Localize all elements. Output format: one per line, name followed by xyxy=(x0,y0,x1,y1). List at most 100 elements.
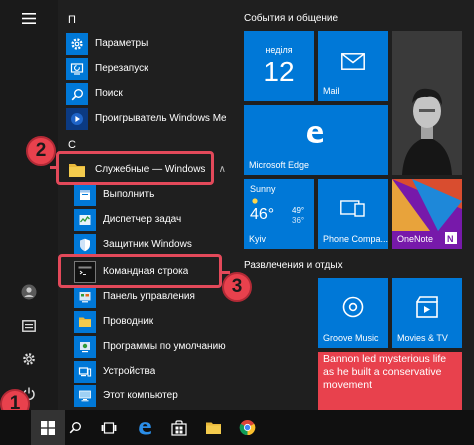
edge-icon xyxy=(139,421,151,435)
app-run[interactable]: Выполнить xyxy=(74,183,234,207)
taskbar-edge-button[interactable] xyxy=(128,410,162,445)
edge-tile[interactable]: Microsoft Edge xyxy=(244,105,388,175)
app-label: Устройства xyxy=(103,366,156,377)
step-marker-2: 2 xyxy=(26,136,56,166)
app-windows-media-player[interactable]: Проигрыватель Windows Media xyxy=(66,107,226,131)
onenote-icon: N xyxy=(445,232,457,244)
phone-icon xyxy=(340,200,365,217)
edge-icon xyxy=(307,126,323,143)
app-label: Этот компьютер xyxy=(103,390,178,401)
photo-tile[interactable] xyxy=(392,31,462,175)
tiles-area: События и общение неділя 12 Mail Microso… xyxy=(234,0,474,410)
weather-temp: 46° xyxy=(250,206,275,223)
film-icon xyxy=(416,296,438,318)
default-programs-icon xyxy=(74,336,96,358)
onenote-art xyxy=(392,179,462,231)
task-manager-icon xyxy=(74,209,96,231)
app-settings[interactable]: Параметры xyxy=(66,32,226,56)
tile-label: Phone Compa... xyxy=(323,234,388,244)
computer-icon xyxy=(74,385,96,407)
section-letter-s[interactable]: С xyxy=(68,138,76,152)
step-marker-3: 3 xyxy=(222,272,252,302)
tile-group-title[interactable]: Развлечения и отдых xyxy=(244,260,343,272)
highlight-accessories-folder xyxy=(56,151,214,185)
store-icon xyxy=(171,419,187,436)
app-label: Выполнить xyxy=(103,189,155,200)
start-menu: П Параметры Перезапуск Поиск Проигрывате… xyxy=(0,0,474,410)
app-task-manager[interactable]: Диспетчер задач xyxy=(74,208,234,232)
app-label: Диспетчер задач xyxy=(103,214,182,225)
news-tile[interactable]: Bannon led mysterious life as he built a… xyxy=(318,352,462,410)
search-icon xyxy=(69,422,81,434)
taskbar-chrome-button[interactable] xyxy=(230,410,264,445)
shield-icon xyxy=(74,234,96,256)
app-label: Проигрыватель Windows Media xyxy=(95,113,226,124)
music-disc-icon xyxy=(342,296,364,318)
folder-icon xyxy=(205,422,221,434)
chevron-up-icon[interactable]: ∧ xyxy=(219,164,226,175)
app-label: Панель управления xyxy=(103,291,195,302)
onenote-tile[interactable]: N OneNote xyxy=(392,179,462,249)
app-default-programs[interactable]: Программы по умолчанию xyxy=(74,335,234,359)
app-label: Защитник Windows xyxy=(103,239,192,250)
settings-button[interactable] xyxy=(0,344,58,374)
app-file-explorer[interactable]: Проводник xyxy=(74,310,234,334)
task-view-button[interactable] xyxy=(92,410,126,445)
sun-icon xyxy=(252,198,258,204)
gear-icon xyxy=(66,33,88,55)
control-panel-icon xyxy=(74,286,96,308)
windows-logo-icon xyxy=(41,420,55,435)
tile-label: OneNote xyxy=(397,234,434,244)
mail-tile[interactable]: Mail xyxy=(318,31,388,101)
media-player-icon xyxy=(66,108,88,130)
folder-icon xyxy=(74,311,96,333)
restart-icon xyxy=(66,58,88,80)
devices-icon xyxy=(74,361,96,383)
app-this-pc[interactable]: Этот компьютер xyxy=(74,384,234,408)
weather-condition: Sunny xyxy=(250,184,276,194)
app-control-panel[interactable]: Панель управления xyxy=(74,285,234,309)
weather-city: Kyiv xyxy=(249,234,267,244)
app-devices[interactable]: Устройства xyxy=(74,360,234,384)
app-restart[interactable]: Перезапуск xyxy=(66,57,226,81)
app-label: Проводник xyxy=(103,316,154,327)
tile-label: Microsoft Edge xyxy=(249,160,310,170)
taskbar-store-button[interactable] xyxy=(162,410,196,445)
marker-connector xyxy=(50,166,58,169)
chrome-icon xyxy=(239,419,255,436)
app-label: Перезапуск xyxy=(95,63,149,74)
run-icon xyxy=(74,184,96,206)
weather-low: 36° xyxy=(292,216,305,225)
app-search[interactable]: Поиск xyxy=(66,82,226,106)
tile-label: Groove Music xyxy=(323,333,379,343)
phone-companion-tile[interactable]: Phone Compa... xyxy=(318,179,388,249)
app-label: Параметры xyxy=(95,38,149,49)
search-button[interactable] xyxy=(58,410,92,445)
documents-icon xyxy=(22,320,36,332)
svg-text:N: N xyxy=(447,234,454,244)
news-headline: Bannon led mysterious life as he built a… xyxy=(323,353,447,391)
weather-high: 49° xyxy=(292,206,305,215)
groove-music-tile[interactable]: Groove Music xyxy=(318,278,388,348)
hamburger-icon xyxy=(22,12,36,24)
search-icon xyxy=(66,83,88,105)
taskbar xyxy=(0,410,474,445)
gear-icon xyxy=(23,353,35,365)
movies-tv-tile[interactable]: Movies & TV xyxy=(392,278,462,348)
app-label: Поиск xyxy=(95,88,123,99)
task-view-icon xyxy=(101,421,117,434)
hamburger-menu-button[interactable] xyxy=(0,3,58,33)
app-label: Программы по умолчанию xyxy=(103,341,226,352)
mail-icon xyxy=(341,53,365,70)
section-letter-p[interactable]: П xyxy=(68,13,76,27)
start-rail xyxy=(0,0,58,410)
portrait-image xyxy=(392,31,462,175)
calendar-tile[interactable]: неділя 12 xyxy=(244,31,314,101)
taskbar-explorer-button[interactable] xyxy=(196,410,230,445)
documents-button[interactable] xyxy=(0,311,58,341)
tile-group-title[interactable]: События и общение xyxy=(244,13,338,25)
calendar-date: 12 xyxy=(263,56,295,87)
tile-label: Movies & TV xyxy=(397,333,448,343)
weather-tile[interactable]: Sunny 46° 49° 36° Kyiv xyxy=(244,179,314,249)
user-account-button[interactable] xyxy=(0,277,58,307)
